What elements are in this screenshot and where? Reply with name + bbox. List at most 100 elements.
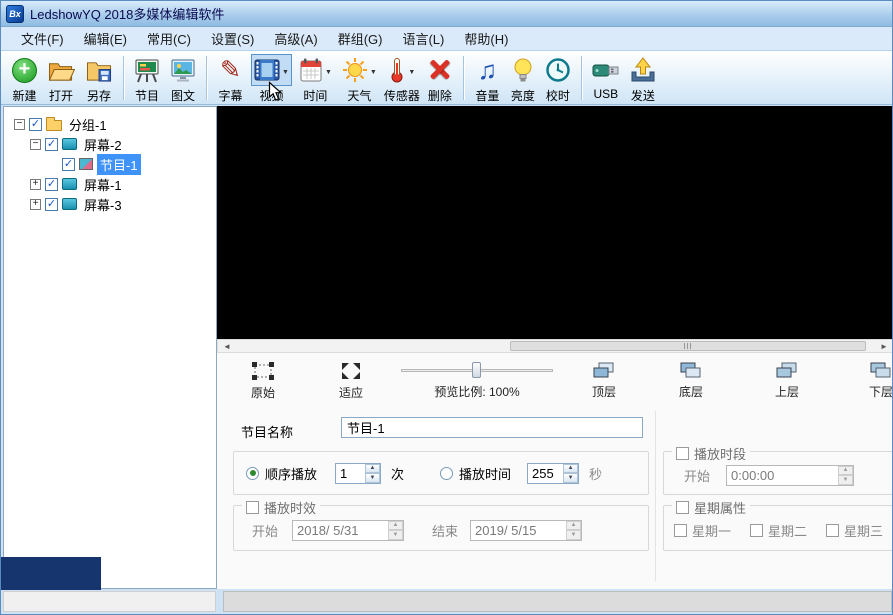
toolbar-time-button[interactable]: 时间 [294, 54, 337, 104]
sensor-dropdown-arrow[interactable] [408, 61, 415, 79]
play-validity-checkbox[interactable] [246, 501, 259, 514]
period-start-arrows[interactable] [838, 466, 853, 485]
toolbar-usb-button[interactable]: USB [587, 54, 625, 101]
tree-item-label[interactable]: 屏幕-2 [81, 134, 125, 155]
expand-icon[interactable] [30, 199, 41, 210]
spinner-down[interactable] [566, 530, 581, 540]
tree-item-screen-1[interactable]: 屏幕-1 [4, 174, 216, 194]
toolbar-volume-button[interactable]: 音量 [469, 54, 506, 104]
week-property-checkbox[interactable] [676, 501, 689, 514]
toolbar-program-button[interactable]: 节目 [129, 54, 165, 104]
mouse-cursor [268, 81, 283, 102]
original-size-button[interactable]: 原始 [231, 362, 295, 401]
menu-settings[interactable]: 设置(S) [201, 26, 264, 51]
spinner-up[interactable] [566, 521, 581, 531]
toolbar-send-button[interactable]: 发送 [625, 54, 661, 104]
preview-hscrollbar[interactable] [217, 339, 893, 353]
top-layer-button[interactable]: 顶层 [572, 362, 636, 400]
fit-button[interactable]: 适应 [319, 362, 383, 401]
lower-layer-button[interactable]: 下层 [849, 362, 893, 400]
play-time-spinner[interactable]: 255 [527, 463, 579, 484]
video-dropdown-arrow[interactable] [282, 61, 289, 79]
scroll-right-arrow[interactable] [877, 341, 891, 351]
validity-start-arrows[interactable] [388, 521, 403, 540]
menu-file[interactable]: 文件(F) [11, 26, 74, 51]
menu-edit[interactable]: 编辑(E) [74, 26, 137, 51]
toolbar-weather-button[interactable]: 天气 [337, 54, 382, 104]
bottom-layer-button[interactable]: 底层 [659, 362, 723, 400]
toolbar-graphictext-button[interactable]: 图文 [165, 54, 201, 104]
sequential-play-radio[interactable] [246, 467, 259, 480]
tree-item-label[interactable]: 屏幕-1 [81, 174, 125, 195]
toolbar-subtitle-button[interactable]: 字幕 [212, 54, 249, 104]
menu-common[interactable]: 常用(C) [137, 26, 201, 51]
zoom-slider[interactable] [401, 362, 553, 379]
toolbar-brightness-button[interactable]: 亮度 [506, 54, 540, 104]
tree-item-screen-3[interactable]: 屏幕-3 [4, 194, 216, 214]
tree-item-screen-2[interactable]: 屏幕-2 [4, 134, 216, 154]
toolbar-saveas-button[interactable]: 另存 [80, 54, 118, 104]
play-period-group: 播放时段 开始 0:00:00 [663, 451, 893, 495]
play-time-arrows[interactable] [563, 464, 578, 483]
spinner-down[interactable] [838, 475, 853, 485]
menu-group[interactable]: 群组(G) [328, 26, 393, 51]
play-count-arrows[interactable] [365, 464, 380, 483]
scroll-thumb[interactable] [510, 341, 866, 351]
menu-language[interactable]: 语言(L) [392, 26, 454, 51]
preview-canvas[interactable] [217, 106, 893, 339]
spinner-down[interactable] [563, 473, 578, 483]
weather-dropdown-arrow[interactable] [370, 61, 377, 79]
spinner-up[interactable] [563, 464, 578, 474]
toolbar-delete-button[interactable]: 删除 [422, 54, 458, 104]
screen-2-checkbox[interactable] [45, 138, 58, 151]
menu-advanced[interactable]: 高级(A) [264, 26, 327, 51]
tree-item-group-1[interactable]: 分组-1 [4, 114, 216, 134]
toolbar-new-button[interactable]: 新建 [7, 54, 42, 104]
collapse-icon[interactable] [14, 119, 25, 130]
tree-item-label[interactable]: 分组-1 [66, 114, 110, 135]
upper-layer-button[interactable]: 上层 [755, 362, 819, 400]
toolbar-saveas-label: 另存 [87, 87, 111, 104]
time-dropdown-arrow[interactable] [325, 61, 332, 79]
toolbar-open-button[interactable]: 打开 [42, 54, 80, 104]
toolbar-separator [206, 56, 207, 100]
toolbar-separator [581, 56, 582, 100]
spinner-up[interactable] [388, 521, 403, 531]
spinner-up[interactable] [838, 466, 853, 476]
validity-end-date-spinner[interactable]: 2019/ 5/15 [470, 520, 582, 541]
toolbar-timesync-button[interactable]: 校时 [540, 54, 576, 104]
screen-3-checkbox[interactable] [45, 198, 58, 211]
play-period-checkbox[interactable] [676, 447, 689, 460]
monday-checkbox[interactable] [674, 524, 687, 537]
play-count-spinner[interactable]: 1 [335, 463, 381, 484]
validity-end-arrows[interactable] [566, 521, 581, 540]
expand-icon[interactable] [30, 179, 41, 190]
title-bar[interactable]: LedshowYQ 2018多媒体编辑软件 [1, 1, 892, 27]
validity-start-date-value: 2018/ 5/31 [293, 521, 388, 540]
menu-bar: 文件(F) 编辑(E) 常用(C) 设置(S) 高级(A) 群组(G) 语言(L… [1, 27, 892, 51]
toolbar-sensor-button[interactable]: 传感器 [382, 54, 422, 104]
wednesday-checkbox[interactable] [826, 524, 839, 537]
spinner-up[interactable] [365, 464, 380, 474]
menu-help[interactable]: 帮助(H) [454, 26, 518, 51]
period-start-time-spinner[interactable]: 0:00:00 [726, 465, 854, 486]
collapse-icon[interactable] [30, 139, 41, 150]
scroll-left-arrow[interactable] [220, 341, 234, 351]
screen-1-checkbox[interactable] [45, 178, 58, 191]
program-name-input[interactable] [341, 417, 643, 438]
tree-item-label-selected[interactable]: 节目-1 [97, 154, 141, 175]
period-start-time-value: 0:00:00 [727, 466, 838, 485]
screen-tree-panel: 分组-1 屏幕-2 节目-1 屏幕-1 屏幕-3 [3, 106, 217, 589]
play-time-radio[interactable] [440, 467, 453, 480]
tree-item-program-1[interactable]: 节目-1 [4, 154, 216, 174]
validity-end-label: 结束 [432, 521, 458, 540]
spinner-down[interactable] [388, 530, 403, 540]
status-bar-progress [223, 591, 892, 612]
zoom-slider-thumb[interactable] [472, 362, 481, 378]
validity-start-date-spinner[interactable]: 2018/ 5/31 [292, 520, 404, 541]
tree-item-label[interactable]: 屏幕-3 [81, 194, 125, 215]
program-1-checkbox[interactable] [62, 158, 75, 171]
spinner-down[interactable] [365, 473, 380, 483]
group-1-checkbox[interactable] [29, 118, 42, 131]
tuesday-checkbox[interactable] [750, 524, 763, 537]
